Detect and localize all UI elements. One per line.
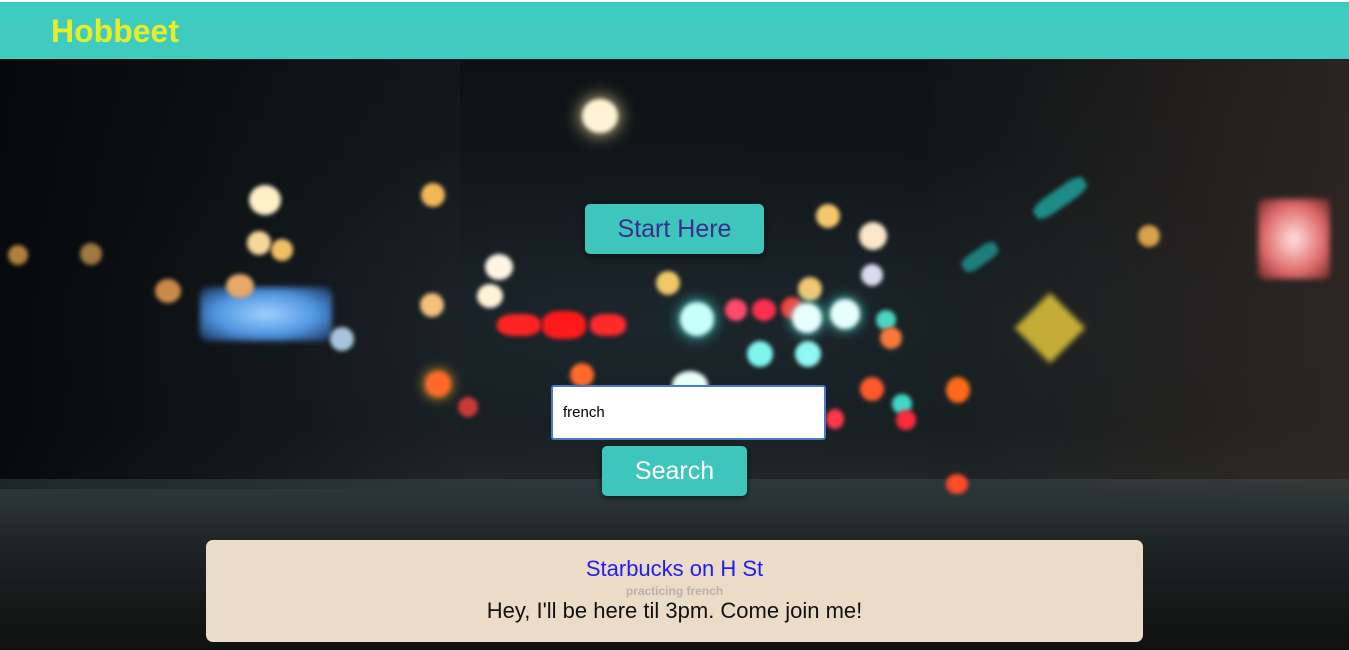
- bokeh-light: [795, 341, 821, 367]
- bokeh-light: [861, 264, 883, 286]
- bokeh-light: [80, 243, 102, 265]
- bokeh-light: [421, 183, 445, 207]
- bokeh-light: [830, 299, 860, 329]
- bokeh-light: [570, 363, 594, 387]
- background-blue-sign: [200, 287, 332, 341]
- bokeh-light: [792, 303, 822, 333]
- bokeh-light: [1138, 225, 1160, 247]
- background-red-sign: [1258, 199, 1330, 279]
- background-building-right: [929, 59, 1349, 499]
- bokeh-light: [752, 299, 776, 321]
- bokeh-light: [477, 284, 503, 308]
- result-place-link[interactable]: Starbucks on H St: [206, 557, 1143, 581]
- bokeh-light: [330, 327, 354, 351]
- bokeh-light: [798, 277, 822, 301]
- page: Hobbeet Start Here french Search Starbuc…: [0, 0, 1349, 650]
- bokeh-light: [946, 474, 968, 494]
- bokeh-light: [590, 314, 626, 336]
- bokeh-light: [725, 299, 747, 321]
- bokeh-light: [859, 222, 887, 250]
- bokeh-light: [249, 185, 281, 215]
- bokeh-light: [542, 311, 586, 339]
- bokeh-light: [226, 274, 254, 298]
- bokeh-light: [656, 271, 680, 295]
- bokeh-light: [582, 99, 618, 133]
- bokeh-light: [8, 245, 28, 265]
- bokeh-light: [247, 231, 271, 255]
- brand-logo[interactable]: Hobbeet: [51, 14, 179, 48]
- bokeh-light: [420, 293, 444, 317]
- bokeh-light: [946, 377, 970, 403]
- search-input[interactable]: [551, 385, 826, 440]
- bokeh-light: [880, 327, 902, 349]
- bokeh-light: [747, 341, 773, 367]
- bokeh-light: [485, 254, 513, 280]
- result-card: Starbucks on H St practicing french Hey,…: [206, 540, 1143, 642]
- bokeh-light: [155, 279, 181, 303]
- bokeh-light: [816, 204, 840, 228]
- background-building-left: [0, 59, 460, 489]
- search-button[interactable]: Search: [602, 446, 747, 496]
- bokeh-light: [826, 409, 844, 429]
- bokeh-light: [497, 314, 541, 336]
- bokeh-light: [425, 371, 451, 397]
- result-activity: practicing french: [625, 584, 724, 598]
- bokeh-light: [680, 302, 714, 336]
- start-here-button[interactable]: Start Here: [585, 204, 764, 254]
- result-message: Hey, I'll be here til 3pm. Come join me!: [486, 598, 863, 623]
- bokeh-light: [271, 239, 293, 261]
- bokeh-light: [896, 410, 916, 430]
- bokeh-light: [458, 397, 478, 417]
- navbar: Hobbeet: [0, 2, 1349, 59]
- bokeh-light: [860, 377, 884, 401]
